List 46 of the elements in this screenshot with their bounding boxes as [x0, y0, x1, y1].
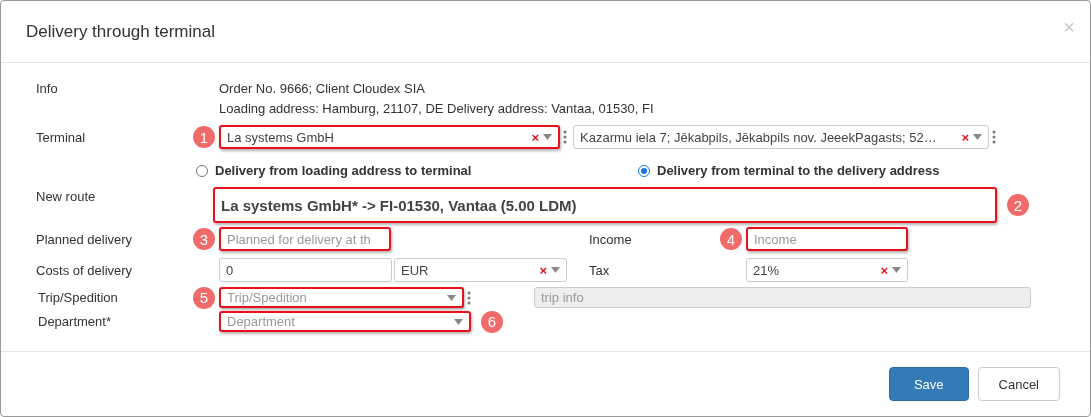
cancel-button[interactable]: Cancel: [977, 367, 1060, 401]
kebab-icon[interactable]: [467, 290, 471, 305]
field-label: Income: [589, 231, 632, 247]
caret-icon[interactable]: [543, 134, 552, 140]
trip-info-field: trip info: [534, 287, 1031, 308]
clear-icon[interactable]: ×: [880, 263, 888, 277]
department-select[interactable]: Department: [219, 311, 471, 332]
callout-number: 4: [720, 228, 742, 250]
field-label: Planned delivery: [36, 231, 133, 247]
caret-icon[interactable]: [447, 294, 456, 301]
field-label: Info: [36, 81, 58, 96]
planned-delivery-field[interactable]: Planned for delivery at th: [219, 227, 391, 251]
field-label: Department*: [38, 314, 111, 329]
route-field[interactable]: La systems GmbH* -> FI-01530, Vantaa (5.00 LDM): [213, 187, 997, 223]
caret-icon[interactable]: [973, 134, 982, 140]
caret-icon[interactable]: [454, 318, 463, 325]
clear-icon[interactable]: ×: [539, 263, 547, 277]
clear-icon[interactable]: ×: [531, 130, 539, 144]
caret-icon[interactable]: [551, 267, 560, 273]
save-button[interactable]: Save: [888, 367, 969, 401]
field-label: Trip/Spedition: [38, 290, 118, 305]
income-field[interactable]: Income: [746, 227, 908, 251]
kebab-icon[interactable]: [563, 130, 567, 144]
callout-number: 2: [1007, 194, 1029, 216]
field-label: Costs of delivery: [36, 262, 133, 278]
address-select[interactable]: Kazarmu iela 7; Jēkabpils, Jēkabpils nov. JeeekPagasts; 52… ×: [573, 125, 989, 149]
cost-field[interactable]: 0: [219, 258, 392, 282]
terminal-select[interactable]: La systems GmbH ×: [219, 125, 560, 149]
info-text: Order No. 9666; Client Cloudex SIA: [219, 81, 426, 96]
caret-icon[interactable]: [892, 267, 901, 273]
currency-select[interactable]: EUR ×: [394, 258, 567, 282]
field-label: Terminal: [36, 129, 86, 145]
field-label: Tax: [589, 262, 610, 278]
callout-number: 5: [193, 286, 215, 309]
kebab-icon[interactable]: [992, 130, 996, 144]
clear-icon[interactable]: ×: [961, 130, 969, 144]
dialog-title: Delivery through terminal: [26, 21, 215, 42]
trip-select[interactable]: Trip/Spedition: [219, 287, 464, 308]
field-label: New route: [36, 189, 96, 204]
info-text: Loading address: Hamburg, 21107, DE Delivery address: Vantaa, 01530, FI: [219, 101, 654, 116]
callout-number: 3: [193, 228, 215, 250]
callout-number: 1: [193, 126, 215, 148]
callout-number: 6: [481, 310, 503, 333]
radio-option[interactable]: Delivery from loading address to terminal: [196, 163, 638, 178]
radio-option[interactable]: Delivery from terminal to the delivery address: [638, 163, 958, 178]
tax-select[interactable]: 21% ×: [746, 258, 908, 282]
